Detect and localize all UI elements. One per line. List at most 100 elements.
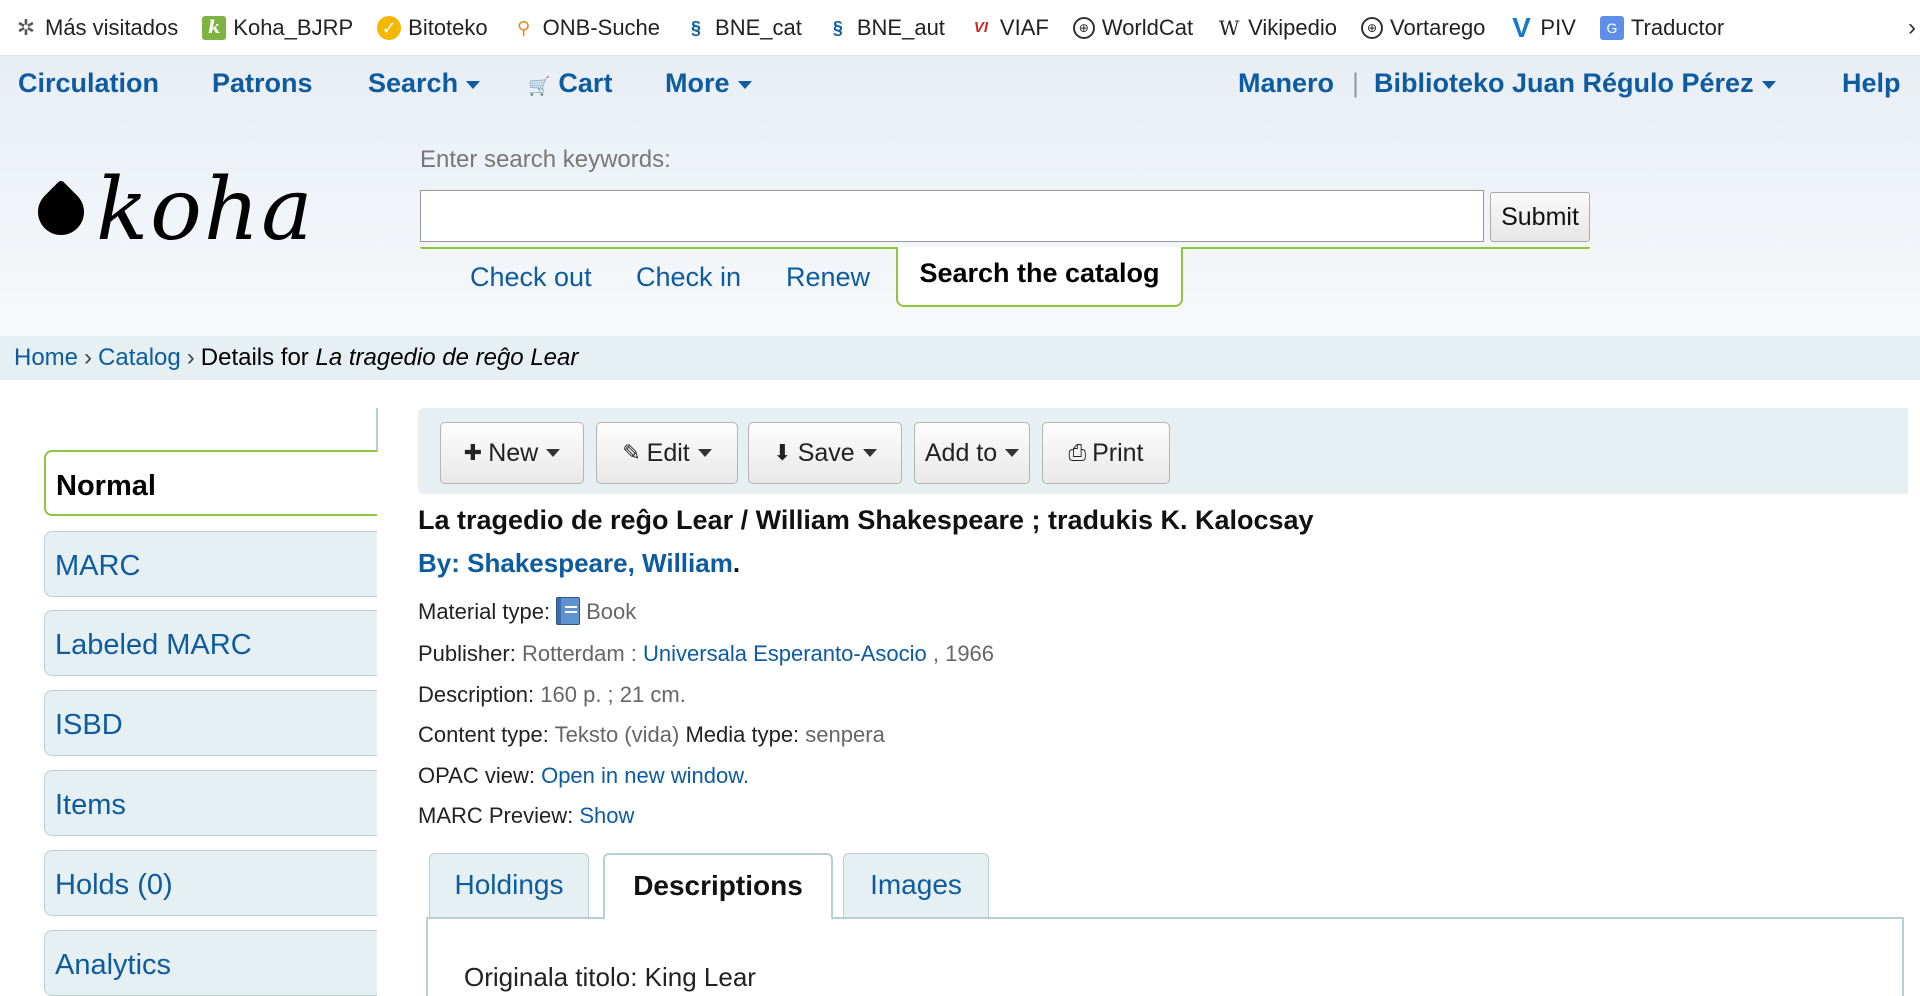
by-label: By: [418, 548, 460, 578]
nav-library-dropdown[interactable]: Biblioteko Juan Régulo Pérez [1374, 68, 1776, 99]
tab-renew[interactable]: Renew [786, 262, 870, 293]
print-button-label: Print [1092, 438, 1144, 467]
translate-icon: G [1599, 15, 1624, 40]
nav-search-dropdown[interactable]: Search [368, 68, 481, 99]
search-input[interactable] [420, 190, 1484, 242]
bookmark-bne-aut[interactable]: § BNE_aut [826, 15, 945, 41]
publisher-link[interactable]: Universala Esperanto-Asocio [643, 641, 927, 666]
tab-check-in[interactable]: Check in [636, 262, 741, 293]
bookmark-label: WorldCat [1101, 14, 1194, 40]
bookmark-label: PIV [1540, 14, 1576, 40]
sidebar-item-analytics[interactable]: Analytics [44, 930, 377, 996]
nav-separator: | [1352, 68, 1360, 98]
piv-icon: V [1512, 11, 1531, 43]
caret-down-icon [737, 80, 752, 89]
bookmark-label: VIAF [999, 14, 1049, 40]
material-type-row: Material type: Book [418, 597, 636, 625]
media-type-value: senpera [805, 722, 885, 747]
submit-button[interactable]: Submit [1490, 192, 1590, 242]
author-end: . [732, 548, 741, 578]
bookmark-mas-visitados[interactable]: ✲ Más visitados [14, 14, 179, 41]
tab-check-out[interactable]: Check out [470, 262, 592, 293]
bookmark-bne-cat[interactable]: § BNE_cat [684, 15, 802, 41]
bookmark-koha-bjrp[interactable]: k Koha_BJRP [202, 15, 353, 41]
opac-view-link[interactable]: Open in new window. [541, 763, 749, 788]
sidebar-item-isbd[interactable]: ISBD [44, 690, 377, 756]
sidebar-item-holds[interactable]: Holds (0) [44, 850, 377, 916]
bookmark-piv[interactable]: V PIV [1509, 11, 1576, 43]
new-button[interactable]: ✚ New [440, 422, 584, 484]
viaf-icon: VI [973, 19, 989, 36]
bookmark-viaf[interactable]: VI VIAF [969, 15, 1049, 41]
bookmark-traductor[interactable]: G Traductor [1599, 14, 1725, 41]
caret-down-icon [466, 80, 481, 89]
material-type-value: Book [586, 599, 637, 624]
bitoteko-icon: ✓ [377, 15, 402, 40]
bookmark-label: Vortarego [1390, 14, 1486, 40]
nav-more-label: More [665, 68, 730, 98]
pencil-icon: ✎ [622, 440, 641, 465]
description-row: Description: 160 p. ; 21 cm. [418, 682, 686, 708]
cart-icon: 🛒 [528, 76, 551, 96]
caret-down-icon [697, 449, 712, 457]
nav-search-label: Search [368, 68, 459, 98]
marc-preview-link[interactable]: Show [579, 803, 634, 828]
nav-cart[interactable]: 🛒 Cart [528, 68, 612, 99]
chevron-right-icon[interactable]: › [1908, 14, 1916, 42]
content-type-label: Content type: [418, 722, 549, 747]
material-type-label: Material type: [418, 599, 551, 624]
bookmark-label: BNE_cat [715, 14, 802, 40]
bookmark-onb-suche[interactable]: ⚲ ONB-Suche [512, 15, 660, 41]
add-to-button[interactable]: Add to [914, 422, 1030, 484]
bookmark-label: ONB-Suche [542, 14, 661, 40]
bookmark-label: Traductor [1630, 14, 1725, 40]
caret-down-icon [1005, 449, 1020, 457]
logo-text: koha [96, 160, 315, 260]
sidebar-item-normal[interactable]: Normal [44, 450, 377, 516]
sidebar-item-marc[interactable]: MARC [44, 531, 377, 597]
original-title-text: Originala titolo: King Lear [464, 962, 756, 992]
printer-icon: ⎙ [1068, 440, 1087, 465]
book-icon [556, 597, 581, 625]
koha-logo[interactable]: koha [28, 160, 315, 260]
caret-down-icon [862, 449, 877, 457]
save-button[interactable]: ⬇ Save [748, 422, 902, 484]
breadcrumb-home[interactable]: Home [14, 344, 78, 371]
caret-down-icon [1761, 80, 1776, 89]
media-type-label: Media type: [685, 722, 800, 747]
nav-patrons[interactable]: Patrons [212, 68, 313, 99]
sidebar-divider [376, 408, 378, 452]
print-button[interactable]: ⎙ Print [1042, 422, 1170, 484]
bookmark-vikipedio[interactable]: W Vikipedio [1217, 15, 1337, 41]
bookmark-bitoteko[interactable]: ✓ Bitoteko [377, 15, 488, 41]
tab-holdings[interactable]: Holdings [429, 853, 589, 917]
publisher-year: , 1966 [932, 641, 995, 666]
nav-help[interactable]: Help [1842, 68, 1901, 99]
bookmarks-bar: ✲ Más visitados k Koha_BJRP ✓ Bitoteko ⚲ ONB… [0, 0, 1920, 56]
koha-drop-icon [28, 179, 94, 245]
content-type-value: Teksto (vida) [554, 722, 680, 747]
plus-icon: ✚ [463, 440, 483, 465]
globe-icon: ⊕ [1361, 16, 1384, 39]
bookmark-vortarego[interactable]: ⊕ Vortarego [1361, 15, 1485, 41]
breadcrumb-details-prefix: Details for [200, 344, 309, 371]
bne-icon: § [832, 17, 843, 38]
nav-circulation[interactable]: Circulation [18, 68, 159, 99]
tab-descriptions[interactable]: Descriptions [603, 853, 833, 920]
sidebar-item-labeled-marc[interactable]: Labeled MARC [44, 610, 377, 676]
content-type-row: Content type: Teksto (vida) Media type: … [418, 722, 885, 748]
nav-more-dropdown[interactable]: More [665, 68, 752, 99]
breadcrumb: Home › Catalog › Details for La tragedio de … [0, 336, 1920, 380]
author-link[interactable]: Shakespeare, William [467, 548, 733, 578]
bookmark-worldcat[interactable]: ⊕ WorldCat [1072, 14, 1194, 41]
edit-button[interactable]: ✎ Edit [596, 422, 738, 484]
breadcrumb-catalog[interactable]: Catalog [98, 344, 181, 371]
tab-search-catalog[interactable]: Search the catalog [896, 247, 1183, 307]
sidebar-item-items[interactable]: Items [44, 770, 377, 836]
tab-images[interactable]: Images [843, 853, 989, 917]
edit-button-label: Edit [646, 438, 690, 467]
bookmark-label: Más visitados [45, 14, 179, 40]
download-icon: ⬇ [773, 440, 792, 465]
bookmark-label: Koha_BJRP [233, 14, 354, 40]
nav-user[interactable]: Manero [1238, 68, 1334, 99]
